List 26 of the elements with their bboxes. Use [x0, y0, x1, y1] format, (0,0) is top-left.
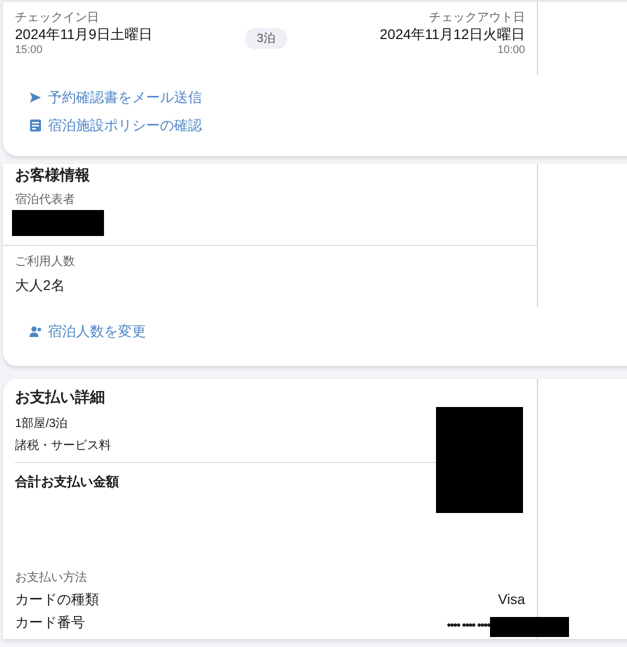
section-title: お客様情報 [15, 166, 91, 186]
charge-label: 諸税・サービス料 [15, 437, 112, 453]
action-link[interactable]: 宿泊施設ポリシーの確認 [29, 115, 202, 136]
checkout-time: 10:00 [496, 43, 525, 57]
card-number-label: カード番号 [15, 613, 85, 632]
field-label: 宿泊代表者 [15, 192, 76, 207]
checkin-time: 15:00 [15, 43, 44, 57]
charge-label: 1部屋/3泊 [15, 415, 69, 431]
checkout-label: チェックアウト日 [428, 10, 525, 25]
nights-badge: 3泊 [244, 28, 288, 49]
send-icon [29, 91, 42, 104]
checkout-date: 2024年11月12日火曜日 [380, 25, 525, 43]
field-label: ご利用人数 [15, 254, 76, 269]
total-label: 合計お支払い金額 [15, 473, 120, 491]
action-link[interactable]: 宿泊人数を変更 [29, 321, 146, 342]
card-type-label: カードの種類 [15, 590, 99, 609]
checkin-date: 2024年11月9日土曜日 [15, 25, 152, 43]
card-number: •••• •••• •••• [446, 616, 490, 634]
guests-value: 大人2名 [15, 276, 66, 295]
field-label: お支払い方法 [15, 570, 88, 585]
checkin-label: チェックイン日 [15, 10, 100, 25]
document-icon [29, 119, 42, 132]
people-icon [29, 325, 42, 338]
action-link[interactable]: 予約確認書をメール送信 [29, 87, 202, 108]
card-type-value: Visa [498, 590, 525, 609]
section-title: お支払い詳細 [15, 388, 106, 408]
